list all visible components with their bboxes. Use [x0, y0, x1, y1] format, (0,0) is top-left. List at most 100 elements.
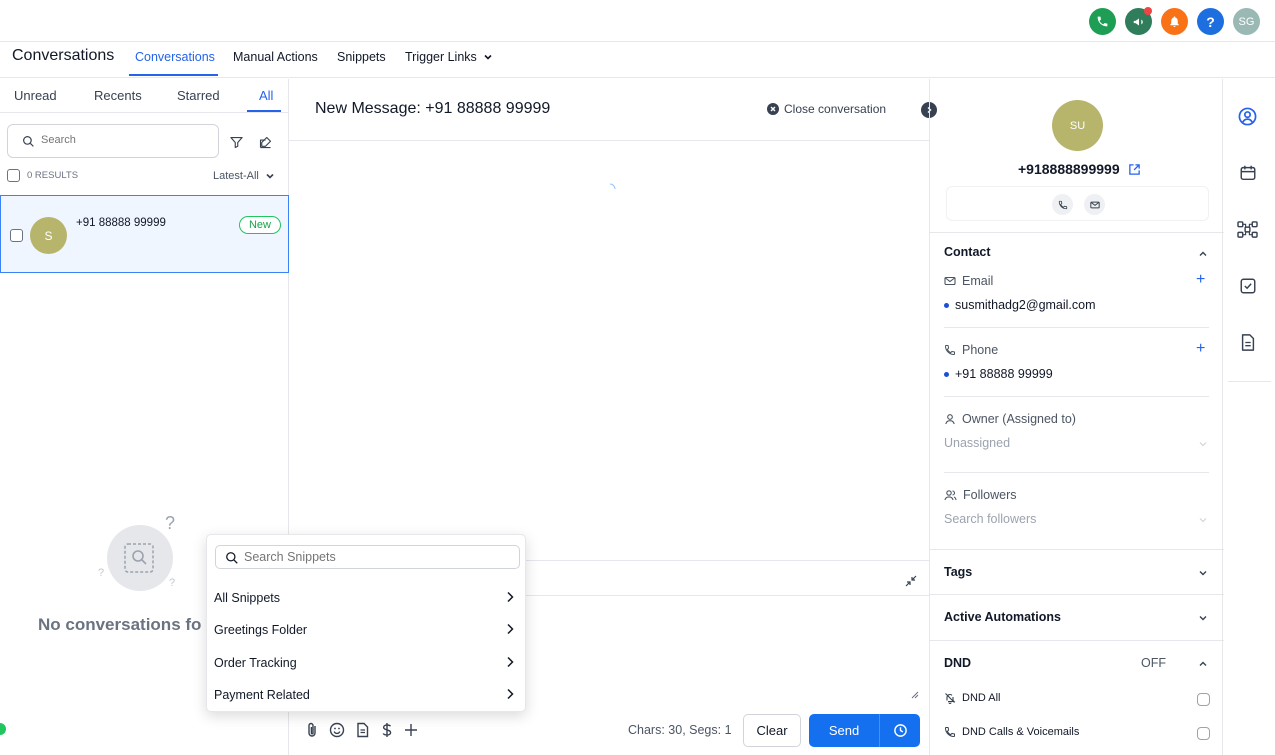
phone-icon [1058, 200, 1067, 209]
notes-icon[interactable] [1239, 333, 1257, 352]
search-input[interactable] [41, 134, 211, 146]
emoji-icon[interactable] [329, 722, 345, 738]
followers-select[interactable]: Search followers [944, 512, 1036, 526]
tab-conversations[interactable]: Conversations [135, 50, 215, 64]
task-checkbox-icon[interactable] [1239, 277, 1257, 295]
field-divider [944, 327, 1209, 328]
avatar: S [30, 217, 67, 254]
chevron-up-icon[interactable] [1198, 659, 1208, 669]
conversation-checkbox[interactable] [10, 229, 23, 242]
active-tab-underline [129, 74, 218, 76]
filter-icon[interactable] [229, 135, 244, 150]
question-mark: ? [169, 577, 176, 589]
composer-toolbar [305, 722, 418, 738]
conversation-item[interactable]: S +91 88888 99999 New [0, 195, 289, 273]
minimize-icon[interactable] [905, 575, 917, 587]
owner-label: Owner (Assigned to) [944, 412, 1076, 426]
snippet-folder-label: Greetings Folder [214, 623, 308, 637]
tab-starred[interactable]: Starred [177, 88, 220, 103]
schedule-send-button[interactable] [879, 714, 920, 747]
chevron-up-icon[interactable] [1198, 249, 1208, 259]
close-circle-icon [767, 103, 779, 115]
snippet-folder-all[interactable]: All Snippets [207, 583, 527, 613]
user-initials: SG [1238, 15, 1255, 28]
sort-dropdown[interactable]: Latest-All [213, 170, 275, 182]
tags-section-title[interactable]: Tags [944, 565, 972, 579]
email-value-text: susmithadg2@gmail.com [955, 298, 1096, 312]
tab-recents[interactable]: Recents [94, 88, 142, 103]
chevron-down-icon [1199, 518, 1207, 523]
chevron-right-icon [507, 688, 514, 700]
add-phone-button[interactable]: + [1196, 340, 1205, 358]
close-conversation-button[interactable]: Close conversation [767, 102, 886, 116]
message-title: New Message: +91 88888 99999 [315, 100, 551, 117]
status-indicator [0, 723, 6, 735]
dollar-icon[interactable] [380, 722, 394, 738]
help-glyph: ? [1206, 13, 1215, 30]
workflow-icon[interactable] [1237, 220, 1258, 239]
automations-section-title[interactable]: Active Automations [944, 610, 1061, 624]
mail-icon [1089, 201, 1100, 208]
status-badge: New [239, 216, 281, 234]
contact-section-title[interactable]: Contact [944, 245, 991, 259]
composer-divider [526, 595, 929, 596]
email-value[interactable]: susmithadg2@gmail.com [944, 298, 1096, 312]
call-button[interactable] [1052, 194, 1073, 215]
email-button[interactable] [1084, 194, 1105, 215]
loading-spinner-icon [609, 183, 616, 190]
dnd-calls-checkbox[interactable] [1197, 727, 1210, 740]
add-email-button[interactable]: + [1196, 271, 1205, 289]
tab-manual-actions[interactable]: Manual Actions [233, 50, 318, 64]
select-all-checkbox[interactable] [7, 169, 20, 182]
phone-icon [944, 345, 955, 356]
top-bar: ? SG [0, 0, 1275, 42]
owner-select[interactable]: Unassigned [944, 436, 1010, 450]
search-document-icon [124, 543, 154, 573]
dnd-all-checkbox[interactable] [1197, 693, 1210, 706]
char-count: Chars: 30, Segs: 1 [628, 723, 732, 737]
chevron-down-icon[interactable] [1198, 613, 1208, 623]
user-avatar[interactable]: SG [1233, 8, 1260, 35]
snippet-folder-greetings[interactable]: Greetings Folder [207, 615, 527, 645]
sort-label: Latest-All [213, 170, 259, 182]
compose-icon[interactable] [258, 135, 273, 150]
help-icon[interactable]: ? [1197, 8, 1224, 35]
external-link-icon[interactable] [1128, 163, 1141, 176]
tab-trigger-links[interactable]: Trigger Links [405, 50, 493, 64]
megaphone-icon[interactable] [1125, 7, 1152, 35]
contact-phone-text: +918888899999 [1018, 161, 1120, 177]
email-label: Email [944, 274, 993, 288]
contact-icon[interactable] [1238, 107, 1257, 126]
snippet-folder-order-tracking[interactable]: Order Tracking [207, 648, 527, 678]
conversation-search [7, 124, 219, 158]
calendar-icon[interactable] [1239, 164, 1257, 182]
question-mark: ? [165, 513, 176, 533]
primary-dot [944, 302, 949, 308]
tab-unread[interactable]: Unread [14, 88, 57, 103]
contact-details-panel: SU +918888899999 Contact Email + susmith… [929, 79, 1224, 755]
attachment-icon[interactable] [305, 722, 319, 738]
conversation-name: +91 88888 99999 [76, 217, 166, 229]
phone-value[interactable]: +91 88888 99999 [944, 367, 1053, 381]
tab-all[interactable]: All [259, 88, 273, 103]
field-divider [944, 396, 1209, 397]
bell-icon[interactable] [1161, 8, 1188, 35]
right-icon-rail [1224, 79, 1275, 755]
messages-area [289, 140, 929, 560]
snippet-search-input[interactable] [244, 550, 504, 564]
resize-handle-icon[interactable] [911, 691, 919, 699]
phone-icon[interactable] [1089, 8, 1116, 35]
clear-button[interactable]: Clear [743, 714, 801, 747]
plus-icon[interactable] [404, 723, 418, 737]
chevron-down-icon[interactable] [1198, 568, 1208, 578]
send-button[interactable]: Send [809, 714, 879, 747]
bell-off-icon [945, 693, 956, 704]
dnd-section-title[interactable]: DND [944, 656, 971, 670]
page-title: Conversations [12, 47, 115, 64]
notification-dot [1144, 7, 1152, 15]
document-icon[interactable] [355, 722, 370, 738]
snippet-folder-payment[interactable]: Payment Related [207, 680, 527, 710]
tab-snippets[interactable]: Snippets [337, 50, 386, 64]
phone-label-text: Phone [962, 343, 999, 357]
contact-avatar: SU [1052, 100, 1103, 151]
